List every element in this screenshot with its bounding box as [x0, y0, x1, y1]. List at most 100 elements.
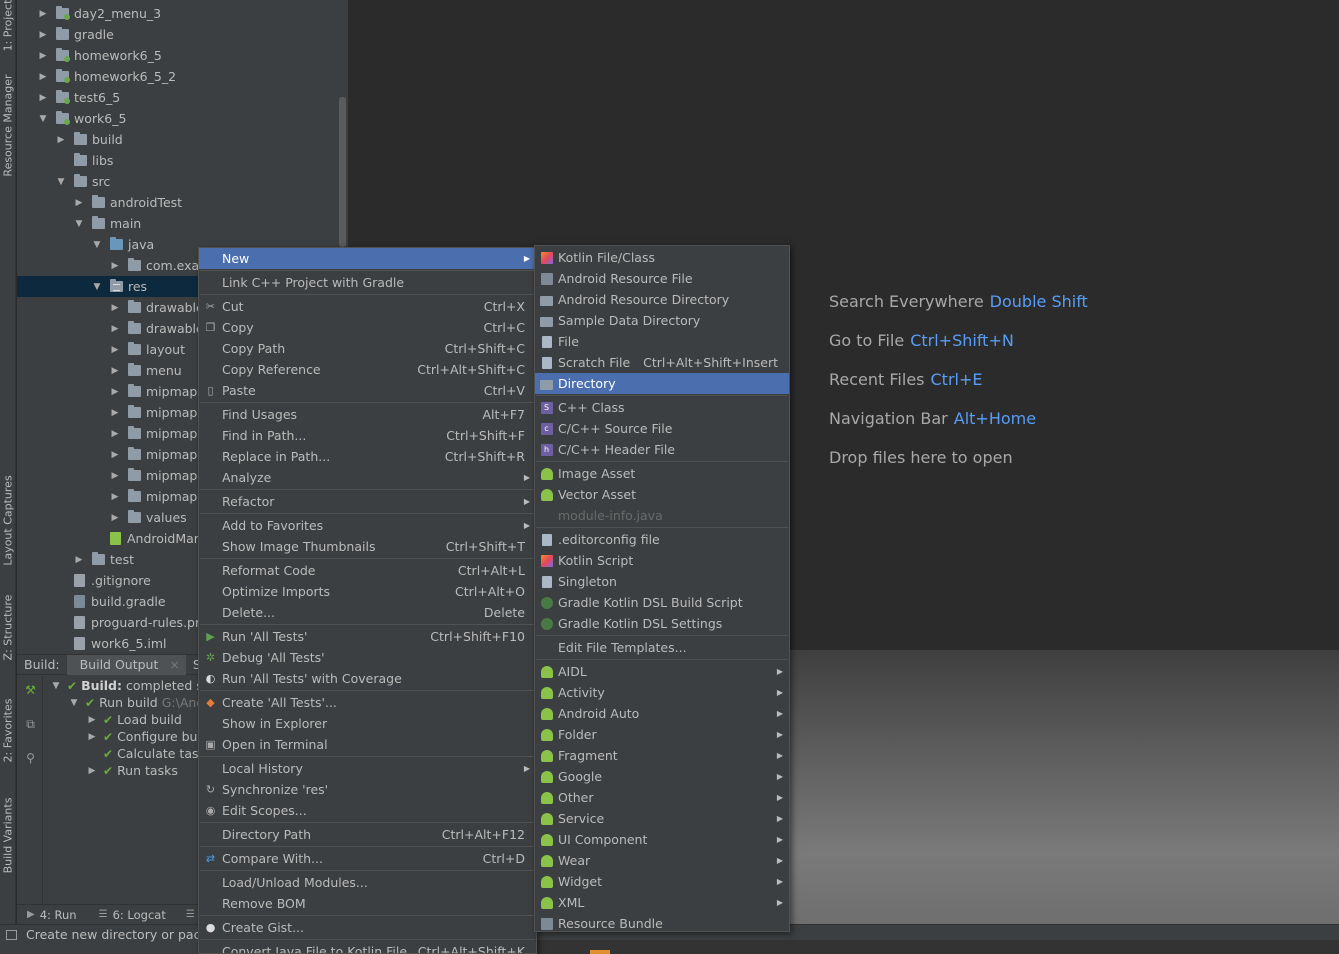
tree-row[interactable]: ▶ androidTest	[74, 192, 182, 213]
expand-arrow-icon[interactable]: ▶	[38, 72, 48, 82]
menu-item-convert-java-file-to-kotlin-file[interactable]: Convert Java File to Kotlin File Ctrl+Alt…	[199, 941, 536, 953]
hammer-icon[interactable]: ⚒	[24, 684, 37, 697]
menu-item-gradle-kotlin-dsl-settings[interactable]: Gradle Kotlin DSL Settings	[535, 613, 789, 634]
expand-arrow-icon[interactable]: ▶	[74, 555, 84, 565]
menu-item-load-unload-modules[interactable]: Load/Unload Modules...	[199, 872, 536, 893]
logcat-tool-button[interactable]: ☰ 6: Logcat	[99, 908, 166, 922]
menu-item-scratch-file[interactable]: Scratch File Ctrl+Alt+Shift+Insert	[535, 352, 789, 373]
tree-row[interactable]: ▶ layout	[110, 339, 185, 360]
tab-build-output[interactable]: Build Output ×	[66, 655, 186, 675]
build-row[interactable]: ▶ ✔ Load build	[87, 711, 182, 728]
menu-item-link-c-project-with-gradle[interactable]: Link C++ Project with Gradle	[199, 272, 536, 293]
build-row[interactable]: ✔ Calculate task	[87, 745, 198, 762]
expand-arrow-icon[interactable]: ▶	[110, 366, 120, 376]
menu-item-android-resource-directory[interactable]: Android Resource Directory	[535, 289, 789, 310]
menu-item-show-image-thumbnails[interactable]: Show Image Thumbnails Ctrl+Shift+T	[199, 536, 536, 557]
menu-item-show-in-explorer[interactable]: Show in Explorer	[199, 713, 536, 734]
expand-arrow-icon[interactable]: ▶	[38, 51, 48, 61]
status-window-icon[interactable]	[6, 930, 17, 940]
menu-item-directory-path[interactable]: Directory Path Ctrl+Alt+F12	[199, 824, 536, 845]
menu-item-new[interactable]: New ▶	[199, 248, 536, 269]
menu-item-add-to-favorites[interactable]: Add to Favorites ▶	[199, 515, 536, 536]
menu-item-delete[interactable]: Delete... Delete	[199, 602, 536, 623]
menu-item-activity[interactable]: Activity ▶	[535, 682, 789, 703]
menu-item-refactor[interactable]: Refactor ▶	[199, 491, 536, 512]
menu-item-copy-reference[interactable]: Copy Reference Ctrl+Alt+Shift+C	[199, 359, 536, 380]
pin-icon[interactable]: ⚲	[24, 752, 37, 765]
build-row[interactable]: ▼ ✔Run build G:\And	[69, 694, 198, 711]
tree-row[interactable]: ▶ build	[56, 129, 123, 150]
expand-arrow-icon[interactable]: ▶	[110, 408, 120, 418]
tree-row[interactable]: .gitignore	[56, 570, 151, 591]
menu-item-kotlin-script[interactable]: Kotlin Script	[535, 550, 789, 571]
tab-resource-manager[interactable]: Resource Manager	[0, 70, 16, 180]
menu-item-run-all-tests[interactable]: ▶ Run 'All Tests' Ctrl+Shift+F10	[199, 626, 536, 647]
menu-item-singleton[interactable]: Singleton	[535, 571, 789, 592]
tree-row[interactable]: libs	[56, 150, 113, 171]
collapse-arrow-icon[interactable]: ▼	[56, 177, 66, 187]
run-tool-button[interactable]: ▶ 4: Run	[27, 908, 77, 922]
menu-item-folder[interactable]: Folder ▶	[535, 724, 789, 745]
menu-item-compare-with[interactable]: ⇄ Compare With... Ctrl+D	[199, 848, 536, 869]
menu-item-android-auto[interactable]: Android Auto ▶	[535, 703, 789, 724]
tree-row[interactable]: build.gradle	[56, 591, 166, 612]
menu-item-wear[interactable]: Wear ▶	[535, 850, 789, 871]
menu-item-debug-all-tests[interactable]: ✲ Debug 'All Tests'	[199, 647, 536, 668]
menu-item-vector-asset[interactable]: Vector Asset	[535, 484, 789, 505]
menu-item-open-in-terminal[interactable]: ▣ Open in Terminal	[199, 734, 536, 755]
menu-item-c-c-header-file[interactable]: h C/C++ Header File	[535, 439, 789, 460]
build-row[interactable]: ▶ ✔ Configure bu	[87, 728, 198, 745]
menu-item-fragment[interactable]: Fragment ▶	[535, 745, 789, 766]
menu-item-edit-scopes[interactable]: ◉ Edit Scopes...	[199, 800, 536, 821]
close-icon[interactable]: ×	[169, 657, 179, 672]
build-row[interactable]: ▶ ✔ Run tasks	[87, 762, 178, 779]
expand-arrow-icon[interactable]: ▶	[110, 513, 120, 523]
expand-arrow-icon[interactable]: ▶	[56, 135, 66, 145]
restore-layout-icon[interactable]: ⧉	[24, 718, 37, 731]
tree-row[interactable]: ▶ menu	[110, 360, 182, 381]
tree-row[interactable]: ▶ mipmap-	[110, 486, 202, 507]
collapse-arrow-icon[interactable]: ▼	[92, 282, 102, 292]
menu-item-service[interactable]: Service ▶	[535, 808, 789, 829]
expand-arrow-icon[interactable]: ▶	[87, 732, 97, 742]
menu-item-xml[interactable]: XML ▶	[535, 892, 789, 913]
menu-item-copy[interactable]: ❐ Copy Ctrl+C	[199, 317, 536, 338]
tree-row[interactable]: ▶ mipmap-	[110, 444, 202, 465]
tree-row[interactable]: ▶ test6_5	[38, 87, 120, 108]
collapse-arrow-icon[interactable]: ▼	[92, 240, 102, 250]
tree-row[interactable]: ▶ mipmap-	[110, 423, 202, 444]
tree-row[interactable]: ▼ work6_5	[38, 108, 126, 129]
tab-build-variants[interactable]: Build Variants	[0, 795, 16, 875]
tree-row[interactable]: ▶ homework6_5	[38, 45, 162, 66]
menu-item-edit-file-templates[interactable]: Edit File Templates...	[535, 637, 789, 658]
tab-structure[interactable]: Z: Structure	[0, 595, 16, 661]
menu-item-find-in-path[interactable]: Find in Path... Ctrl+Shift+F	[199, 425, 536, 446]
expand-arrow-icon[interactable]: ▶	[110, 324, 120, 334]
menu-item-reformat-code[interactable]: Reformat Code Ctrl+Alt+L	[199, 560, 536, 581]
collapse-arrow-icon[interactable]: ▼	[74, 219, 84, 229]
tree-row[interactable]: ▶ gradle	[38, 24, 114, 45]
tree-row[interactable]: ▶ test	[74, 549, 134, 570]
expand-arrow-icon[interactable]: ▶	[110, 450, 120, 460]
menu-item-editorconfig-file[interactable]: .editorconfig file	[535, 529, 789, 550]
tree-row[interactable]: ▼ src	[56, 171, 110, 192]
menu-item-image-asset[interactable]: Image Asset	[535, 463, 789, 484]
menu-item-widget[interactable]: Widget ▶	[535, 871, 789, 892]
menu-item-directory[interactable]: Directory	[535, 373, 789, 394]
menu-item-google[interactable]: Google ▶	[535, 766, 789, 787]
menu-item-gradle-kotlin-dsl-build-script[interactable]: Gradle Kotlin DSL Build Script	[535, 592, 789, 613]
tree-row[interactable]: ▶ mipmap-	[110, 381, 202, 402]
tab-project[interactable]: 1: Project	[0, 0, 16, 51]
tree-row[interactable]: AndroidMar	[92, 528, 199, 549]
tree-row[interactable]: ▼ java	[92, 234, 154, 255]
menu-item-remove-bom[interactable]: Remove BOM	[199, 893, 536, 914]
menu-item-android-resource-file[interactable]: Android Resource File	[535, 268, 789, 289]
menu-item-run-all-tests-with-coverage[interactable]: ◐ Run 'All Tests' with Coverage	[199, 668, 536, 689]
expand-arrow-icon[interactable]: ▶	[87, 715, 97, 725]
tree-row[interactable]: ▶ values	[110, 507, 187, 528]
expand-arrow-icon[interactable]: ▼	[51, 681, 61, 691]
build-row[interactable]: ▼ ✔ Build: completed s	[51, 677, 198, 694]
menu-item-local-history[interactable]: Local History ▶	[199, 758, 536, 779]
menu-item-replace-in-path[interactable]: Replace in Path... Ctrl+Shift+R	[199, 446, 536, 467]
tree-row[interactable]: ▶ drawable	[110, 297, 204, 318]
